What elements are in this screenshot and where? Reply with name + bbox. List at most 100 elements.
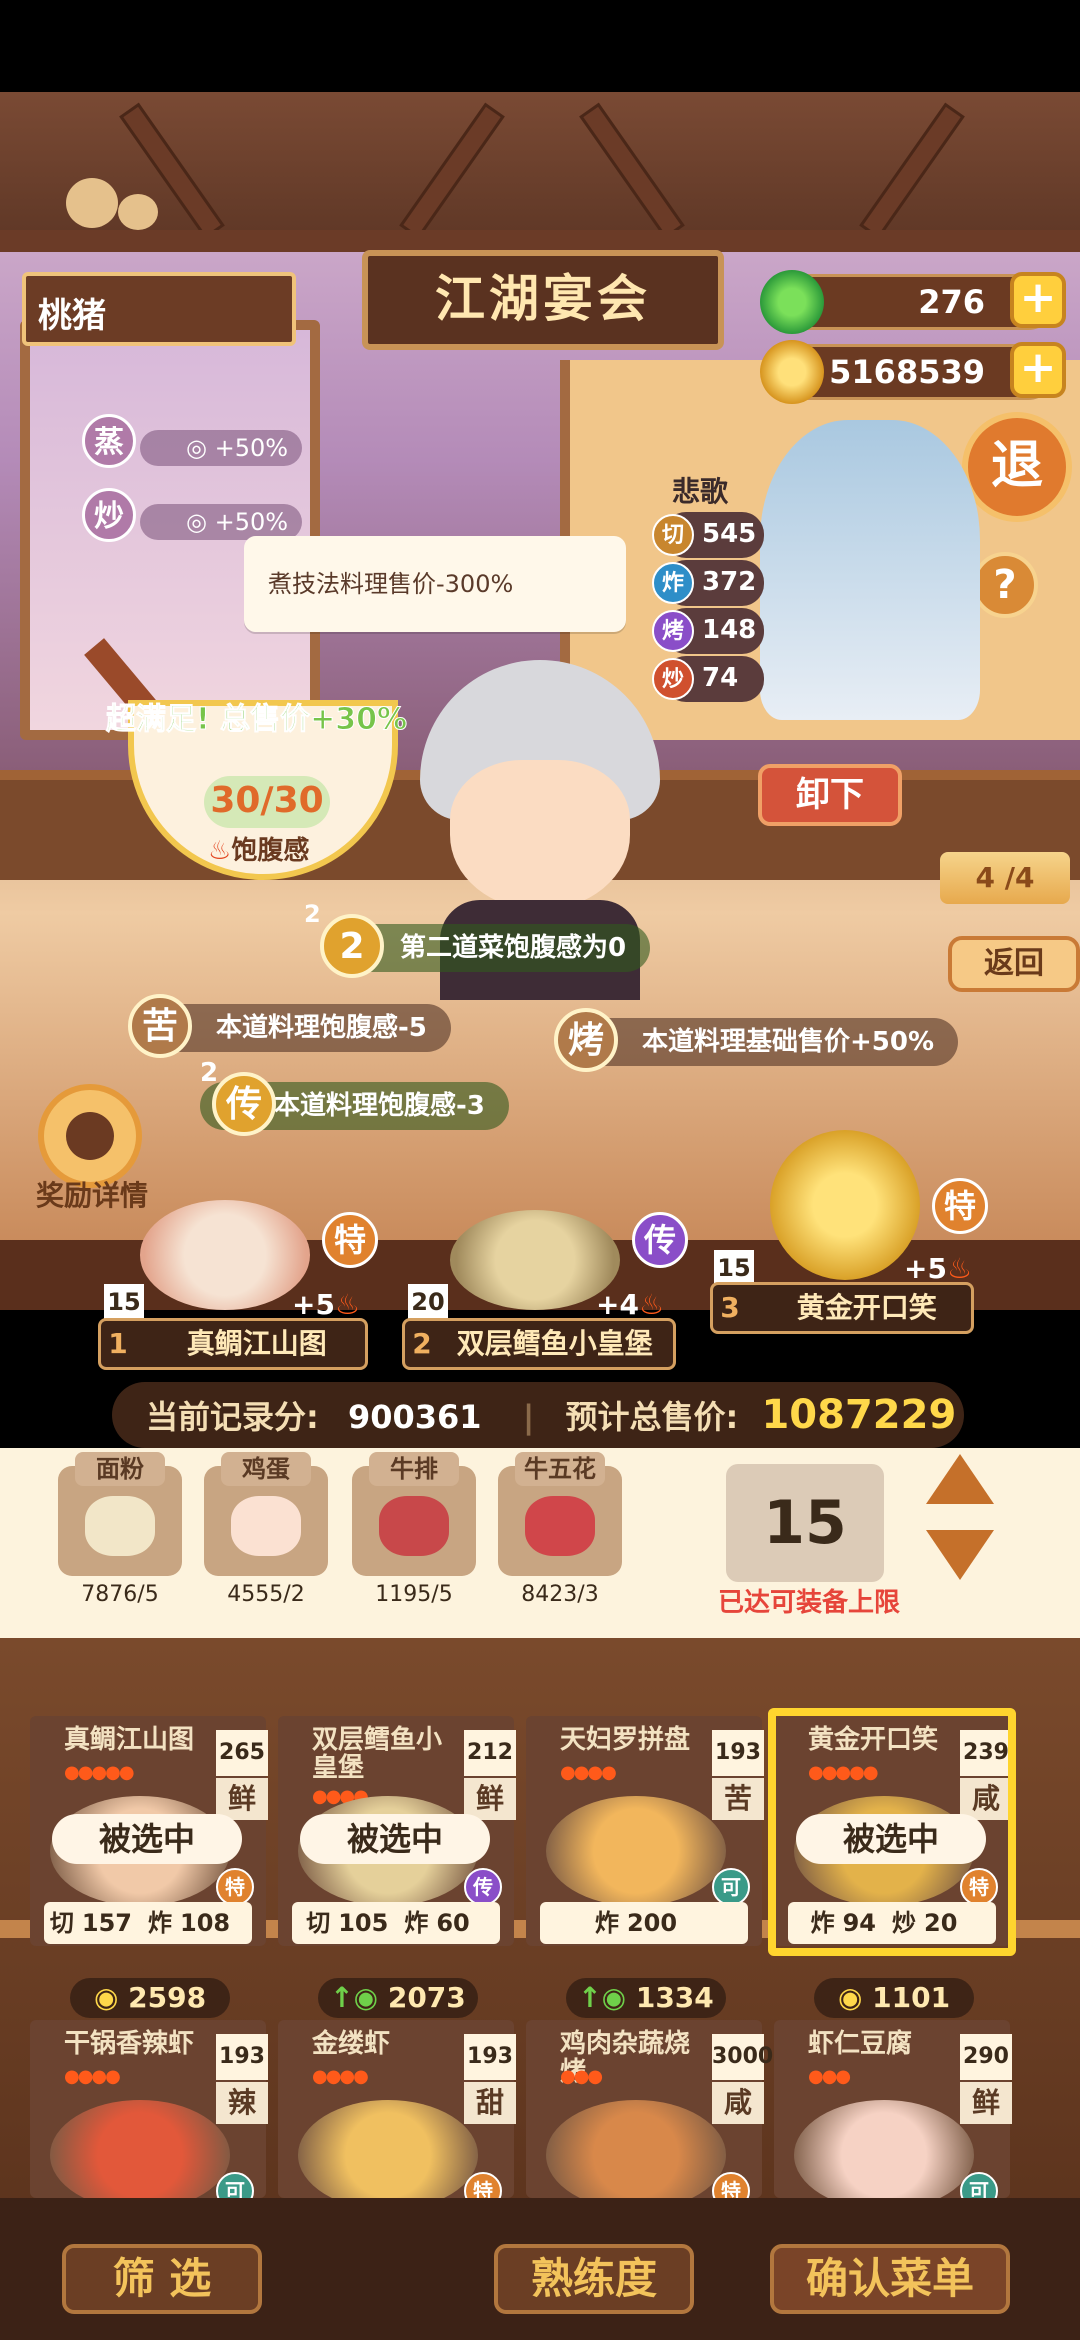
effect-icon: 2	[320, 914, 384, 978]
income-value: 2598	[128, 1981, 207, 2014]
menu-dish-card[interactable]: 干锅香辣虾 193 辣 ●●●● 可	[30, 2020, 268, 2210]
player-name: 桃猪	[22, 272, 296, 346]
satisfaction-label: 超满足! 总售价+30%	[105, 702, 408, 738]
income-value: 2073	[387, 1981, 466, 2014]
grade-badge: 特	[322, 1212, 378, 1268]
quantity-display: 15	[726, 1464, 884, 1582]
grade-badge: 可	[712, 1868, 750, 1906]
slot-bonus: +5♨	[292, 1288, 361, 1321]
cut-icon: 切	[652, 514, 694, 556]
dish-name: 虾仁豆腐	[808, 2029, 913, 2059]
income-value: 1334	[635, 1981, 714, 2014]
dish-price: 290	[960, 2034, 1012, 2080]
add-coins-button[interactable]: +	[1010, 342, 1066, 398]
exit-button[interactable]: 退	[962, 412, 1072, 522]
customer-face	[450, 760, 630, 910]
technique-value: 200	[626, 1909, 678, 1937]
technique-value: 60	[436, 1909, 470, 1937]
dish-slot-1[interactable]: 1 真鲷江山图	[98, 1318, 368, 1370]
flavor-tag: 甜	[464, 2082, 516, 2124]
selected-badge: 被选中	[52, 1814, 242, 1864]
flavor-tag: 辣	[216, 2082, 268, 2124]
technique-value: 108	[180, 1909, 231, 1937]
ingredient-count: 8423/3	[521, 1582, 599, 1607]
coin-up-icon: ◎	[186, 434, 207, 462]
technique-value: 157	[81, 1909, 132, 1937]
dish-requirements: 切 157 炸 108	[44, 1902, 252, 1944]
confirm-menu-button[interactable]: 确认菜单	[770, 2244, 1010, 2314]
reward-details-label[interactable]: 奖励详情	[36, 1174, 148, 1214]
help-button[interactable]: ?	[972, 552, 1038, 618]
dish-price: 193	[216, 2034, 268, 2080]
grade-badge: 传	[464, 1868, 502, 1906]
menu-dish-card[interactable]: 鸡肉杂蔬烧烤 3000 咸 ●●● 特	[526, 2020, 773, 2210]
flour-icon	[85, 1496, 155, 1556]
technique-label: 炸	[404, 1909, 429, 1937]
dish-price: 212	[464, 1730, 516, 1776]
record-value: 900361	[347, 1398, 482, 1436]
menu-dish-card[interactable]: 黄金开口笑 239 咸 ●●●●● 特被选中炸 94 炒 20	[768, 1708, 1016, 1956]
difficulty-flames-icon: ●●●●●	[64, 1762, 135, 1783]
steak-icon	[379, 1496, 449, 1556]
record-label: 当前记录分:	[146, 1398, 319, 1436]
menu-dish-card[interactable]: 金缕虾 193 甜 ●●●● 特	[278, 2020, 516, 2210]
effect-tooltip: 煮技法料理售价-300%	[244, 536, 626, 632]
slot-bonus: +5♨	[904, 1252, 973, 1285]
flame-icon: ♨	[638, 1288, 665, 1321]
dish-price: 193	[464, 2034, 516, 2080]
coin-icon	[760, 340, 824, 404]
menu-dish-card[interactable]: 虾仁豆腐 290 鲜 ●●● 可	[774, 2020, 1012, 2210]
menu-dish-card[interactable]: 天妇罗拼盘 193 苦 ●●●● 可炸 200	[526, 1716, 764, 1946]
ingredient-name: 牛排	[369, 1452, 459, 1486]
bitter-icon: 苦	[128, 994, 192, 1058]
difficulty-flames-icon: ●●●●	[312, 2066, 369, 2087]
flavor-tag: 鲜	[216, 1778, 268, 1820]
chef-portrait[interactable]	[760, 420, 980, 720]
filter-button[interactable]: 筛 选	[62, 2244, 262, 2314]
fullness-label: ♨饱腹感	[208, 836, 310, 866]
add-jade-button[interactable]: +	[1010, 272, 1066, 328]
technique-label: 炸	[594, 1909, 619, 1937]
dish-price: 193	[712, 1730, 764, 1776]
unload-button[interactable]: 卸下	[758, 764, 902, 826]
dish-name: 天妇罗拼盘	[560, 1725, 691, 1755]
ingredient-count: 4555/2	[227, 1582, 305, 1607]
dish-image[interactable]	[140, 1200, 310, 1310]
slot-bonus: +4♨	[596, 1288, 665, 1321]
dish-name: 金缕虾	[312, 2029, 391, 2059]
coin-up-icon: ↑◉	[578, 1981, 636, 2014]
limit-label: 已达可装备上限	[718, 1588, 901, 1618]
flame-icon: ♨	[208, 836, 232, 866]
fry-icon: 炸	[652, 562, 694, 604]
chef-name: 悲歌	[672, 475, 729, 508]
technique-label: 炸	[148, 1909, 172, 1937]
golden-dragon-dish-image[interactable]	[770, 1130, 920, 1280]
flavor-tag: 苦	[712, 1778, 764, 1820]
dish-image[interactable]	[450, 1210, 620, 1310]
effect-roast: 本道料理基础售价+50%	[568, 1018, 959, 1066]
reward-details-button[interactable]	[38, 1084, 142, 1188]
proficiency-button[interactable]: 熟练度	[494, 2244, 694, 2314]
technique-bonus-steam: ◎ +50%	[140, 430, 303, 466]
difficulty-flames-icon: ●●●●	[560, 1762, 617, 1783]
gift-icon	[66, 1112, 114, 1160]
grade-badge: 特	[216, 1868, 254, 1906]
grade-badge: 特	[932, 1178, 988, 1234]
selected-badge: 被选中	[300, 1814, 490, 1864]
score-bar: 当前记录分: 900361 | 预计总售价: 1087229 ◉	[112, 1382, 964, 1502]
effect-sup: 2	[304, 900, 321, 928]
menu-dish-card[interactable]: 双层鳕鱼小皇堡 212 鲜 ●●●● 传被选中切 105 炸 60	[278, 1716, 516, 1946]
dish-income: ↑◉ 1334	[566, 1978, 726, 2018]
technique-bonus-stirfry: ◎ +50%	[140, 504, 303, 540]
selection-frame	[768, 1708, 1016, 1956]
status-bar-area	[0, 0, 1080, 92]
menu-dish-card[interactable]: 真鲷江山图 265 鲜 ●●●●● 特 被选中切 157 炸 108	[30, 1716, 268, 1946]
chick-decoration	[118, 194, 158, 230]
difficulty-flames-icon: ●●●	[808, 2066, 851, 2087]
dish-slot-2[interactable]: 2 双层鳕鱼小皇堡	[402, 1318, 676, 1370]
dish-income: ◉ 1101	[814, 1978, 974, 2018]
dish-income: ↑◉ 2073	[318, 1978, 478, 2018]
dish-slot-3[interactable]: 3 黄金开口笑	[710, 1282, 974, 1334]
back-button[interactable]: 返回	[948, 936, 1080, 992]
dish-requirements: 炸 200	[540, 1902, 748, 1944]
